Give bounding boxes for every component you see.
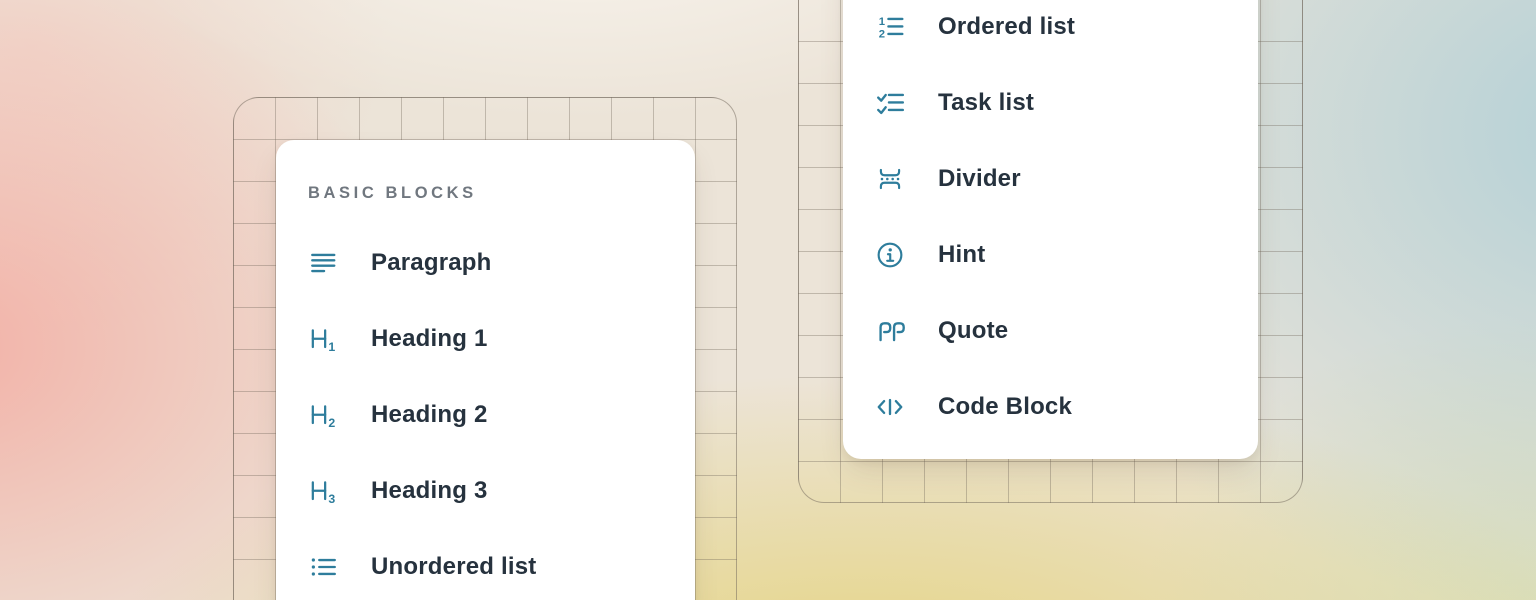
svg-text:3: 3 xyxy=(328,492,335,506)
heading-3-icon: 3 xyxy=(308,476,338,506)
menu-item-heading-2[interactable]: 2 Heading 2 xyxy=(276,377,695,453)
menu-item-task-list[interactable]: Task list xyxy=(843,65,1258,141)
blocks-menu-continued: 1 2 Ordered list Task list xyxy=(843,0,1258,459)
menu-item-label: Ordered list xyxy=(938,13,1075,41)
heading-1-icon: 1 xyxy=(308,324,338,354)
menu-item-paragraph[interactable]: Paragraph xyxy=(276,225,695,301)
heading-2-icon: 2 xyxy=(308,400,338,430)
menu-item-label: Heading 3 xyxy=(371,477,488,505)
section-label: BASIC BLOCKS xyxy=(308,173,477,213)
menu-item-heading-3[interactable]: 3 Heading 3 xyxy=(276,453,695,529)
menu-item-label: Code Block xyxy=(938,393,1072,421)
paragraph-icon xyxy=(308,248,338,278)
svg-text:2: 2 xyxy=(328,416,335,430)
menu-item-label: Unordered list xyxy=(371,553,537,581)
menu-item-label: Heading 2 xyxy=(371,401,488,429)
svg-text:1: 1 xyxy=(879,16,885,28)
ordered-list-icon: 1 2 xyxy=(875,12,905,42)
menu-item-quote[interactable]: Quote xyxy=(843,293,1258,369)
menu-item-unordered-list[interactable]: Unordered list xyxy=(276,529,695,600)
svg-text:1: 1 xyxy=(328,340,335,354)
hint-icon xyxy=(875,240,905,270)
menu-item-heading-1[interactable]: 1 Heading 1 xyxy=(276,301,695,377)
menu-item-divider[interactable]: Divider xyxy=(843,141,1258,217)
menu-item-label: Heading 1 xyxy=(371,325,488,353)
menu-item-label: Divider xyxy=(938,165,1021,193)
background-gradient: BASIC BLOCKS Paragraph 1 xyxy=(0,0,1536,600)
code-block-icon xyxy=(875,392,905,422)
menu-item-ordered-list[interactable]: 1 2 Ordered list xyxy=(843,0,1258,65)
menu-item-label: Task list xyxy=(938,89,1034,117)
menu-item-label: Hint xyxy=(938,241,985,269)
menu-item-label: Paragraph xyxy=(371,249,492,277)
divider-icon xyxy=(875,164,905,194)
menu-item-hint[interactable]: Hint xyxy=(843,217,1258,293)
svg-text:2: 2 xyxy=(879,29,885,41)
menu-item-code-block[interactable]: Code Block xyxy=(843,369,1258,445)
menu-item-label: Quote xyxy=(938,317,1008,345)
basic-blocks-menu: BASIC BLOCKS Paragraph 1 xyxy=(276,140,695,600)
unordered-list-icon xyxy=(308,552,338,582)
quote-icon xyxy=(875,316,905,346)
task-list-icon xyxy=(875,88,905,118)
